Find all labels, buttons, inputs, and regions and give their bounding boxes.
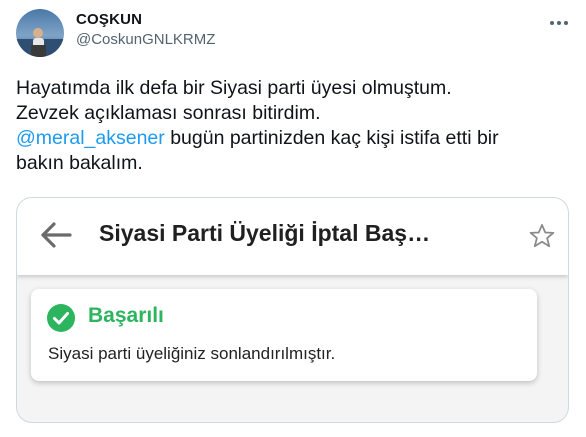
tweet-line: Hayatımda ilk defa bir Siyasi parti üyes… [16,77,452,99]
alert-message: Siyasi parti üyeliğiniz sonlandırılmıştı… [48,344,336,363]
avatar-photo [16,9,64,57]
more-options-icon[interactable] [548,12,570,34]
check-circle-icon [47,304,75,332]
attached-image[interactable]: Siyasi Parti Üyeliği İptal Baş… Başarılı… [16,197,569,423]
star-outline-icon [528,222,556,250]
success-alert: Başarılı Siyasi parti üyeliğiniz sonland… [31,289,537,381]
tweet-text: Hayatımda ilk defa bir Siyasi parti üyes… [16,76,581,176]
alert-title: Başarılı [88,304,164,327]
tweet-line: Zevzek açıklaması sonrası bitirdim. [16,102,321,124]
tweet-line: @meral_aksener bugün partinizden kaç kiş… [16,126,581,151]
tweet-line-rest: bugün partinizden kaç kişi istifa etti b… [164,127,499,149]
app-bar: Siyasi Parti Üyeliği İptal Baş… [17,198,568,275]
tweet: COŞKUN @CoskunGNLKRMZ Hayatımda ilk defa… [0,0,586,437]
app-title: Siyasi Parti Üyeliği İptal Baş… [99,220,431,246]
display-name[interactable]: COŞKUN [76,11,142,28]
user-handle[interactable]: @CoskunGNLKRMZ [76,31,215,48]
mention-link[interactable]: @meral_aksener [16,127,165,149]
avatar[interactable] [16,9,64,57]
arrow-left-icon [39,220,73,250]
tweet-line: bakın bakalım. [16,152,143,174]
